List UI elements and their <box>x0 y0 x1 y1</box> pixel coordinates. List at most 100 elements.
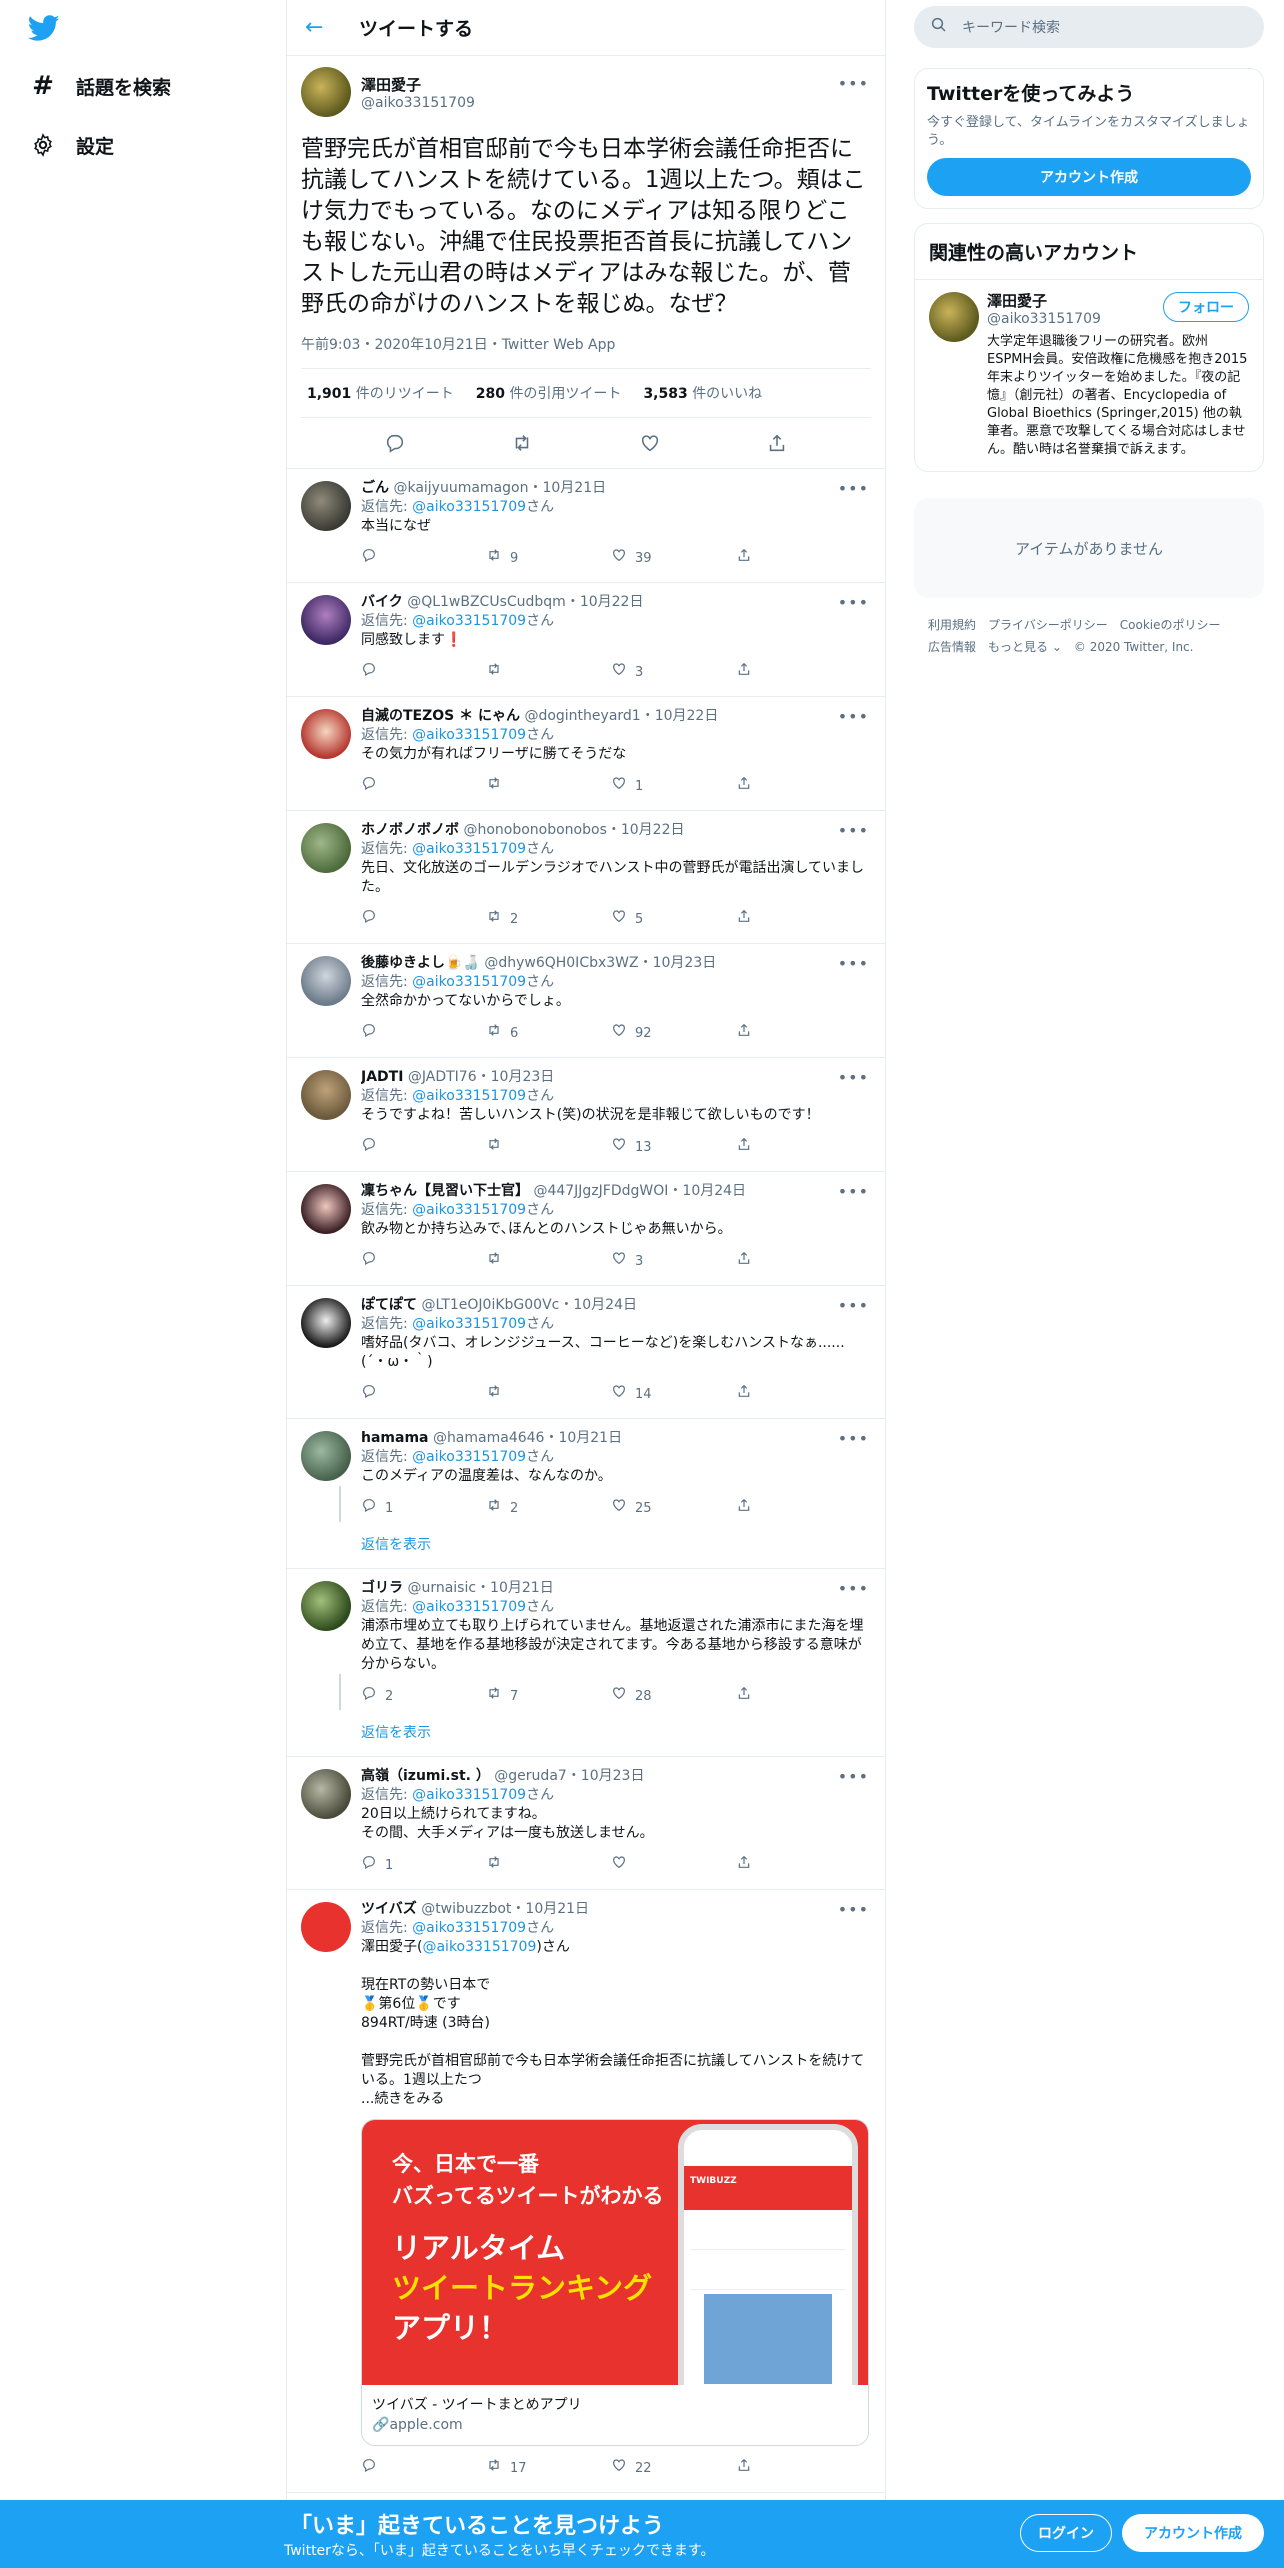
reply-to-link[interactable]: @aiko33151709 <box>412 727 526 743</box>
like-button[interactable]: 14 <box>611 1383 736 1405</box>
tweet-timestamp[interactable]: 午前9:03・2020年10月21日・Twitter Web App <box>301 334 871 369</box>
nav-settings[interactable]: 設定 <box>28 125 114 165</box>
retweet-icon[interactable] <box>511 432 533 454</box>
reply-tweet[interactable]: ••• 凜ちゃん【見習い下士官】 @447JJgzJFDdgWOI・10月24日返… <box>287 1172 885 1286</box>
avatar[interactable] <box>301 595 351 645</box>
author-handle[interactable]: @honobonobonobos <box>463 822 606 838</box>
author-name[interactable]: バイク <box>361 594 403 610</box>
show-replies-link[interactable]: 返信を表示 <box>301 1674 871 1756</box>
avatar[interactable] <box>301 956 351 1006</box>
retweet-button[interactable]: 7 <box>486 1685 611 1707</box>
reply-to-link[interactable]: @aiko33151709 <box>412 1202 526 1218</box>
avatar[interactable] <box>929 292 979 342</box>
like-button[interactable]: 92 <box>611 1022 736 1044</box>
reply-button[interactable] <box>361 1136 486 1158</box>
like-count[interactable]: 3,583 件のいいね <box>643 383 762 403</box>
reply-button[interactable]: 1 <box>361 1497 486 1519</box>
share-button[interactable] <box>736 775 861 797</box>
reply-to-link[interactable]: @aiko33151709 <box>412 1316 526 1332</box>
tweet-date[interactable]: ・10月22日 <box>566 594 644 610</box>
author-handle[interactable]: @dogintheyard1 <box>524 708 640 724</box>
more-icon[interactable]: ••• <box>838 593 869 612</box>
author-name[interactable]: JADTI <box>361 1069 403 1085</box>
retweet-button[interactable] <box>486 661 611 683</box>
share-button[interactable] <box>736 1685 861 1707</box>
reply-button[interactable] <box>361 908 486 930</box>
author-name[interactable]: ゴリラ <box>361 1580 403 1596</box>
author-handle[interactable]: @urnaisic <box>407 1580 476 1596</box>
reply-tweet[interactable]: ••• ごん @kaijyuumamagon・10月21日 返信先: @aiko33… <box>287 469 885 583</box>
author-name[interactable]: 後藤ゆきよし🍺🍶 <box>361 955 480 971</box>
more-icon[interactable]: ••• <box>838 1182 869 1201</box>
tweet-date[interactable]: ・10月22日 <box>607 822 685 838</box>
create-account-button[interactable]: アカウント作成 <box>927 158 1251 196</box>
tweet-date[interactable]: ・10月21日 <box>528 480 606 496</box>
like-button[interactable]: 13 <box>611 1136 736 1158</box>
like-button[interactable]: 28 <box>611 1685 736 1707</box>
retweet-button[interactable]: 2 <box>486 908 611 930</box>
more-icon[interactable]: ••• <box>838 954 869 973</box>
more-icon[interactable]: ••• <box>838 74 869 93</box>
show-replies-link[interactable]: 返信を表示 <box>301 1486 871 1568</box>
link-card[interactable]: 今、日本で一番 バズってるツイートがわかる リアルタイム ツイートランキング アプリ！ T… <box>361 2119 869 2446</box>
more-icon[interactable]: ••• <box>838 1900 869 1919</box>
footer-link[interactable]: 広告情報 <box>928 640 976 654</box>
retweet-button[interactable] <box>486 775 611 797</box>
author-name[interactable]: 高嶺（izumi.st. ） <box>361 1768 490 1784</box>
reply-tweet[interactable]: ••• 自滅のTEZOS ＊ にゃん @dogintheyard1・10月22日返… <box>287 697 885 811</box>
reply-button[interactable]: 1 <box>361 1854 486 1876</box>
avatar[interactable] <box>301 709 351 759</box>
footer-link[interactable]: 利用規約 <box>928 618 976 632</box>
reply-tweet[interactable]: ••• 後藤ゆきよし🍺🍶 @dhyw6QH0ICbx3WZ・10月23日 返信先: … <box>287 944 885 1058</box>
reply-button[interactable]: 2 <box>361 1685 486 1707</box>
reply-button[interactable] <box>361 2457 486 2479</box>
reply-to-link[interactable]: @aiko33151709 <box>412 1920 526 1936</box>
reply-tweet[interactable]: ••• 高嶺（izumi.st. ） @geruda7・10月23日 返信先: @a… <box>287 1757 885 1890</box>
author-handle[interactable]: @kaijyuumamagon <box>393 480 528 496</box>
signup-button[interactable]: アカウント作成 <box>1122 2514 1264 2552</box>
footer-link[interactable]: Cookieのポリシー <box>1120 618 1221 632</box>
author-name[interactable]: ホノボノボノボ <box>361 822 459 838</box>
avatar[interactable] <box>301 1769 351 1819</box>
retweet-button[interactable]: 17 <box>486 2457 611 2479</box>
more-icon[interactable]: ••• <box>838 1579 869 1598</box>
more-icon[interactable]: ••• <box>838 1429 869 1448</box>
author-name[interactable]: ツイバズ <box>361 1901 417 1917</box>
twitter-logo-icon[interactable] <box>27 12 64 48</box>
like-button[interactable]: 5 <box>611 908 736 930</box>
more-icon[interactable]: ••• <box>838 479 869 498</box>
tweet-date[interactable]: ・10月21日 <box>544 1430 622 1446</box>
more-icon[interactable]: ••• <box>838 1296 869 1315</box>
more-icon[interactable]: ••• <box>838 1767 869 1786</box>
more-icon[interactable]: ••• <box>838 707 869 726</box>
follow-button[interactable]: フォロー <box>1163 292 1249 322</box>
like-icon[interactable] <box>639 432 661 454</box>
nav-explore[interactable]: # 話題を検索 <box>28 66 171 106</box>
share-button[interactable] <box>736 1136 861 1158</box>
share-icon[interactable] <box>766 432 788 454</box>
footer-link[interactable]: もっと見る ⌄ <box>988 640 1062 654</box>
reply-tweet[interactable]: ••• hamama @hamama4646・10月21日 返信先: @aiko33… <box>287 1419 885 1569</box>
avatar[interactable] <box>301 1070 351 1120</box>
author-name[interactable]: ぽてぽて <box>361 1297 417 1313</box>
retweet-button[interactable]: 9 <box>486 547 611 569</box>
reply-button[interactable] <box>361 661 486 683</box>
share-button[interactable] <box>736 661 861 683</box>
share-button[interactable] <box>736 1250 861 1272</box>
tweet-date[interactable]: ・10月21日 <box>511 1901 589 1917</box>
author-handle[interactable]: @geruda7 <box>494 1768 567 1784</box>
like-button[interactable]: 39 <box>611 547 736 569</box>
share-button[interactable] <box>736 547 861 569</box>
reply-to-link[interactable]: @aiko33151709 <box>412 499 526 515</box>
avatar[interactable] <box>301 481 351 531</box>
author-name[interactable]: 凜ちゃん【見習い下士官】 <box>361 1183 529 1199</box>
reply-to-link[interactable]: @aiko33151709 <box>412 1088 526 1104</box>
retweet-button[interactable] <box>486 1136 611 1158</box>
retweet-button[interactable] <box>486 1250 611 1272</box>
author-handle[interactable]: @dhyw6QH0ICbx3WZ <box>484 955 638 971</box>
reply-tweet[interactable]: ••• ゴリラ @urnaisic・10月21日 返信先: @aiko3315170… <box>287 1569 885 1757</box>
retweet-button[interactable] <box>486 1383 611 1405</box>
reply-to-link[interactable]: @aiko33151709 <box>412 841 526 857</box>
reply-tweet[interactable]: ••• ぽてぽて @LT1eOJ0iKbG00Vc・10月24日 返信先: @aik… <box>287 1286 885 1419</box>
tweet-date[interactable]: ・10月23日 <box>639 955 717 971</box>
